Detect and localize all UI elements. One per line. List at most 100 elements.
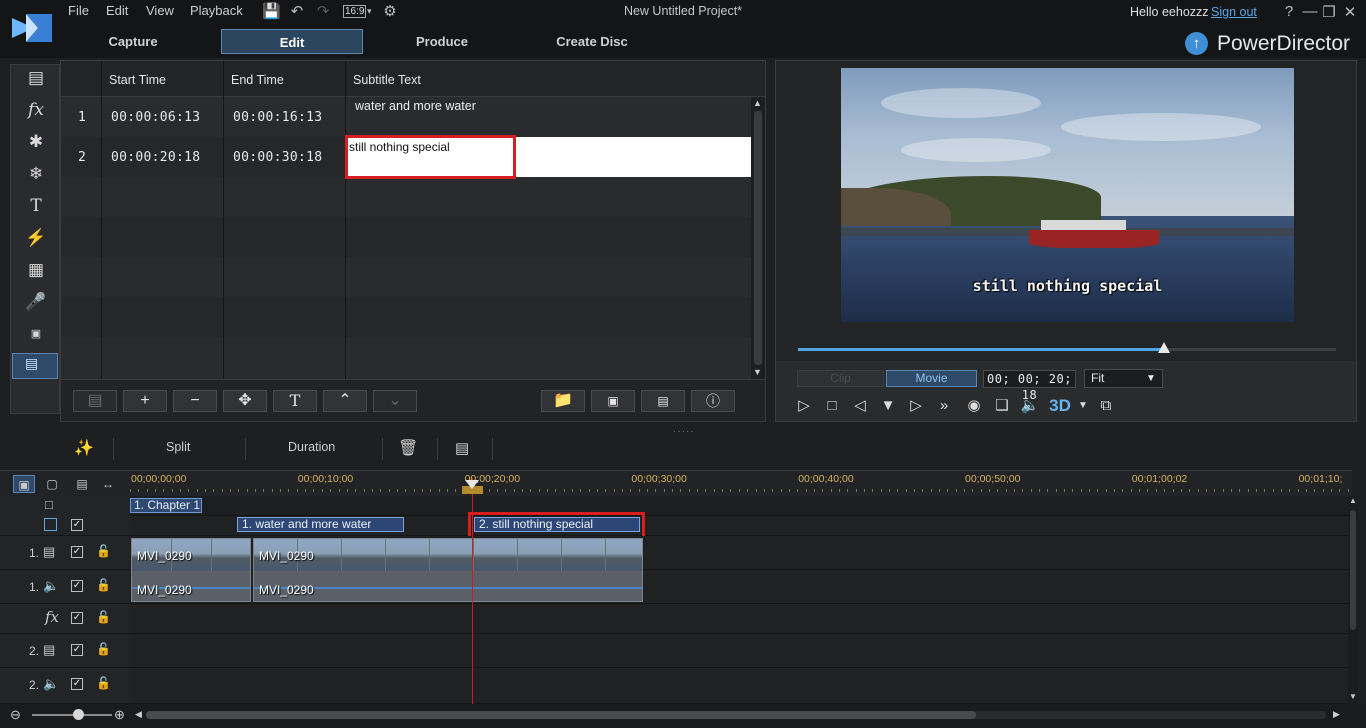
seek-handle[interactable] <box>1157 342 1170 353</box>
menu-edit[interactable]: Edit <box>106 3 128 18</box>
start-time-cell[interactable]: 00:00:20:18 <box>111 150 200 165</box>
video-track-checkbox[interactable]: ✓ <box>71 644 83 656</box>
lock-icon[interactable]: 🔓 <box>96 578 111 592</box>
remove-subtitle-button[interactable]: − <box>173 390 217 412</box>
scrollbar-thumb[interactable] <box>146 711 976 719</box>
scroll-left-icon[interactable]: ◀ <box>135 709 142 720</box>
audio-mixing-icon[interactable]: ▦ <box>21 258 51 282</box>
undo-icon[interactable]: ↶ <box>288 4 306 20</box>
lock-icon[interactable]: 🔓 <box>96 642 111 656</box>
magic-tools-icon[interactable]: ✨ <box>74 438 94 458</box>
subtitle-clip[interactable]: 1. water and more water <box>237 517 404 532</box>
scroll-up-icon[interactable]: ▲ <box>753 98 762 108</box>
menu-playback[interactable]: Playback <box>190 3 243 18</box>
transition-room-icon[interactable]: ⚡ <box>21 226 51 250</box>
minimize-icon[interactable]: — <box>1301 3 1319 20</box>
folder-icon[interactable]: 📁 <box>541 390 585 412</box>
subtitle-export-button[interactable]: ▤ <box>641 390 685 412</box>
split-marker-icon[interactable]: ▼ <box>877 395 899 417</box>
scrollbar-thumb[interactable] <box>1350 510 1356 630</box>
chapter-marker[interactable]: 1. Chapter 1 <box>130 498 202 513</box>
zoom-slider[interactable] <box>32 714 112 716</box>
move-down-button[interactable]: ⌄ <box>373 390 417 412</box>
movie-mode-button[interactable]: Movie <box>886 370 977 387</box>
title-room-icon[interactable]: T <box>21 194 51 218</box>
fast-forward-icon[interactable]: » <box>933 395 955 417</box>
split-button[interactable]: Split <box>166 440 190 454</box>
add-subtitle-button[interactable]: + <box>123 390 167 412</box>
subtitle-track[interactable]: 1. water and more water 2. still nothing… <box>130 516 1352 536</box>
duration-button[interactable]: Duration <box>288 440 335 454</box>
volume-icon[interactable]: 🔈 <box>1019 395 1041 417</box>
subtitle-room-button[interactable]: ▤ <box>12 353 58 379</box>
next-frame-icon[interactable]: ▷ <box>905 395 927 417</box>
end-time-cell[interactable]: 00:00:30:18 <box>233 150 322 165</box>
menu-file[interactable]: File <box>68 3 89 18</box>
restore-icon[interactable]: ❐ <box>1320 3 1338 21</box>
audio-track[interactable] <box>130 668 1352 704</box>
play-icon[interactable]: ▷ <box>793 395 815 417</box>
timecode-field[interactable]: 00; 00; 20; 18 <box>983 370 1076 402</box>
edit-properties-icon[interactable]: ▤ <box>455 439 469 457</box>
video-clip[interactable]: MVI_0290 MVI_0290 <box>131 538 251 602</box>
effect-track[interactable] <box>130 604 1352 634</box>
subtitle-text-cell[interactable]: water and more water <box>355 99 476 113</box>
scroll-right-icon[interactable]: ▶ <box>1333 709 1340 720</box>
scroll-up-icon[interactable]: ▲ <box>1349 496 1357 505</box>
lock-icon[interactable]: 🔓 <box>96 610 111 624</box>
scroll-down-icon[interactable]: ▼ <box>1349 692 1357 701</box>
subtitle-vertical-scrollbar[interactable]: ▲ ▼ <box>751 97 765 379</box>
import-subtitle-button[interactable]: ▤ <box>73 390 117 412</box>
lock-icon[interactable]: 🔓 <box>96 544 111 558</box>
preview-quality-icon[interactable]: ❑ <box>991 395 1013 417</box>
info-icon[interactable]: ⓘ <box>691 390 735 412</box>
zoom-out-icon[interactable]: ⊖ <box>10 707 21 723</box>
tab-create-disc[interactable]: Create Disc <box>521 29 663 54</box>
tab-edit[interactable]: Edit <box>221 29 363 54</box>
video-preview[interactable]: still nothing special <box>841 68 1294 322</box>
threed-mode-button[interactable]: 3D <box>1049 395 1071 417</box>
sign-out-link[interactable]: Sign out <box>1211 5 1257 19</box>
audio-track-checkbox[interactable]: ✓ <box>71 580 83 592</box>
start-time-cell[interactable]: 00:00:06:13 <box>111 110 200 125</box>
help-icon[interactable]: ? <box>1280 3 1298 20</box>
snapshot-icon[interactable]: ◉ <box>963 395 985 417</box>
playback-seek-bar[interactable] <box>798 342 1336 353</box>
upgrade-icon[interactable]: ↑ <box>1185 32 1208 55</box>
subtitle-track-checkbox[interactable]: ✓ <box>71 519 83 531</box>
chevron-down-icon[interactable]: ▼ <box>1072 395 1094 417</box>
menu-view[interactable]: View <box>146 3 174 18</box>
close-icon[interactable]: ✕ <box>1341 3 1359 21</box>
save-icon[interactable]: 💾 <box>262 4 281 20</box>
timeline-horizontal-scrollbar[interactable] <box>146 711 1326 719</box>
zoom-in-icon[interactable]: ⊕ <box>114 707 125 723</box>
move-up-button[interactable]: ⌃ <box>323 390 367 412</box>
media-room-icon[interactable]: ▤ <box>21 66 51 90</box>
timeline-vertical-scrollbar[interactable]: ▲ ▼ <box>1348 496 1358 704</box>
fx-room-icon[interactable]: fx <box>21 98 51 122</box>
tab-capture[interactable]: Capture <box>62 29 204 54</box>
chevron-down-icon[interactable]: ▾ <box>367 6 372 17</box>
move-icon[interactable]: ✥ <box>223 390 267 412</box>
undock-preview-icon[interactable]: ⧉ <box>1095 395 1117 417</box>
redo-icon[interactable]: ↷ <box>314 4 332 20</box>
video-track[interactable] <box>130 634 1352 668</box>
storyboard-view-icon[interactable]: ▢ <box>41 475 63 493</box>
audio-track-checkbox[interactable]: ✓ <box>71 678 83 690</box>
pip-room-icon[interactable]: ✱ <box>21 130 51 154</box>
effect-track-checkbox[interactable]: ✓ <box>71 612 83 624</box>
video-track-checkbox[interactable]: ✓ <box>71 546 83 558</box>
timeline-view-icon[interactable]: ▣ <box>13 475 35 493</box>
timeline-ruler[interactable]: 00;00;00;00 00;00;10;00 00;00;20;00 00;00;3… <box>130 470 1352 496</box>
video-clip[interactable]: MVI_0290 MVI_0290 <box>253 538 643 602</box>
scroll-down-icon[interactable]: ▼ <box>753 367 762 377</box>
settings-gear-icon[interactable]: ⚙ <box>381 4 399 20</box>
aspect-ratio-button[interactable]: 16:9 <box>343 5 367 18</box>
voice-over-icon[interactable]: 🎤 <box>21 290 51 314</box>
text-format-button[interactable]: T <box>273 390 317 412</box>
fit-timeline-icon[interactable]: ↔ <box>97 475 119 493</box>
fit-dropdown[interactable]: Fit ▼ <box>1084 369 1163 388</box>
stop-icon[interactable]: □ <box>821 395 843 417</box>
zoom-slider-handle[interactable] <box>73 709 84 720</box>
track-manager-icon[interactable]: ▤ <box>71 475 93 493</box>
